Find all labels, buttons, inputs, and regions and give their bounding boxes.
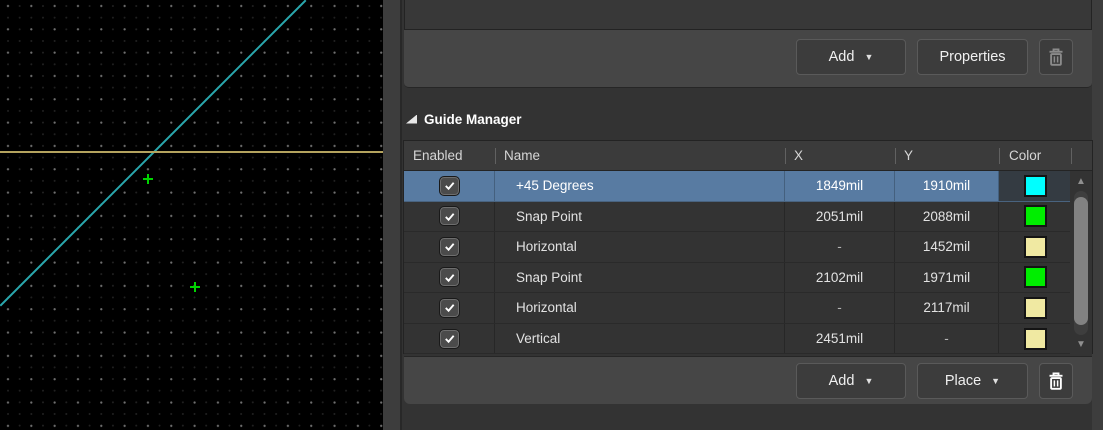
column-header-y[interactable]: Y <box>895 141 999 170</box>
color-cell <box>999 293 1071 323</box>
guide-x-value: - <box>785 293 895 323</box>
trash-icon <box>1046 47 1066 67</box>
enabled-checkbox[interactable] <box>439 267 460 287</box>
column-separator <box>895 148 896 164</box>
guide-name: Snap Point <box>495 202 785 232</box>
color-swatch[interactable] <box>1024 297 1047 319</box>
guide-manager-footer: Add ▼ Place ▼ <box>404 356 1092 404</box>
enabled-checkbox[interactable] <box>439 206 460 226</box>
guide-y-value: - <box>895 324 999 354</box>
guide-line-horizontal[interactable] <box>0 151 383 153</box>
add-guide-button-label: Add <box>829 373 855 389</box>
guide-x-value: 1849mil <box>785 171 895 201</box>
column-header-color[interactable]: Color <box>999 141 1071 170</box>
guide-y-value: 1910mil <box>895 171 999 201</box>
color-swatch[interactable] <box>1024 328 1047 350</box>
panel-gutter-right <box>1092 0 1103 430</box>
add-button-label: Add <box>829 49 855 65</box>
chevron-down-icon: ▼ <box>864 53 873 62</box>
column-separator <box>495 148 496 164</box>
chevron-down-icon: ▼ <box>864 377 873 386</box>
color-cell <box>999 202 1071 232</box>
enabled-checkbox[interactable] <box>439 329 460 349</box>
table-scrollbar: ▲ ▼ <box>1070 171 1092 354</box>
enabled-cell <box>404 232 495 262</box>
color-swatch[interactable] <box>1024 205 1047 227</box>
guide-x-value: 2051mil <box>785 202 895 232</box>
color-cell <box>999 263 1071 293</box>
enabled-cell <box>404 202 495 232</box>
chevron-down-icon: ▼ <box>991 377 1000 386</box>
guide-row[interactable]: Vertical2451mil- <box>404 324 1071 355</box>
color-cell <box>999 171 1071 201</box>
scroll-up-arrow-icon[interactable]: ▲ <box>1070 173 1092 189</box>
column-header-name[interactable]: Name <box>495 141 785 170</box>
guide-name: Vertical <box>495 324 785 354</box>
guide-row[interactable]: Snap Point2102mil1971mil <box>404 263 1071 294</box>
properties-panel: Add ▼ Properties <box>404 0 1092 430</box>
properties-panel-window: Add ▼ Properties <box>0 0 1103 430</box>
guide-y-value: 1452mil <box>895 232 999 262</box>
trash-icon <box>1046 371 1066 391</box>
properties-button-label: Properties <box>939 49 1005 65</box>
footer-button-row: Add ▼ Place ▼ <box>404 357 1092 405</box>
guide-row[interactable]: Snap Point2051mil2088mil <box>404 202 1071 233</box>
panel-gutter-left <box>383 0 402 430</box>
color-cell <box>999 232 1071 262</box>
column-separator <box>1071 148 1072 164</box>
enabled-cell <box>404 324 495 354</box>
upper-button-row: Add ▼ Properties <box>404 34 1092 86</box>
guide-x-value: 2451mil <box>785 324 895 354</box>
enabled-cell <box>404 293 495 323</box>
enabled-cell <box>404 263 495 293</box>
column-header-enabled[interactable]: Enabled <box>404 141 495 170</box>
column-separator <box>999 148 1000 164</box>
upper-section: Add ▼ Properties <box>404 0 1092 88</box>
column-separator <box>785 148 786 164</box>
scrollbar-thumb[interactable] <box>1074 197 1088 325</box>
snap-point-marker[interactable] <box>190 282 200 292</box>
upper-list-box[interactable] <box>404 0 1092 30</box>
guide-x-value: - <box>785 232 895 262</box>
guide-name: Horizontal <box>495 293 785 323</box>
guide-table-body: +45 Degrees1849mil1910milSnap Point2051m… <box>404 171 1071 354</box>
color-swatch[interactable] <box>1024 175 1047 197</box>
snap-point-marker[interactable] <box>143 174 153 184</box>
column-header-spacer <box>1071 141 1092 170</box>
guide-y-value: 1971mil <box>895 263 999 293</box>
enabled-cell <box>404 171 495 201</box>
column-header-x[interactable]: X <box>785 141 895 170</box>
enabled-checkbox[interactable] <box>439 237 460 257</box>
guide-row[interactable]: Horizontal-2117mil <box>404 293 1071 324</box>
delete-button-disabled <box>1039 39 1073 75</box>
guide-row[interactable]: +45 Degrees1849mil1910mil <box>404 171 1071 202</box>
section-title: Guide Manager <box>424 112 522 127</box>
collapse-triangle-icon[interactable] <box>406 115 417 124</box>
properties-button[interactable]: Properties <box>917 39 1028 75</box>
guide-name: Horizontal <box>495 232 785 262</box>
guide-y-value: 2088mil <box>895 202 999 232</box>
delete-guide-button[interactable] <box>1039 363 1073 399</box>
color-swatch[interactable] <box>1024 266 1047 288</box>
scroll-down-arrow-icon[interactable]: ▼ <box>1070 336 1092 352</box>
add-button[interactable]: Add ▼ <box>796 39 906 75</box>
place-button[interactable]: Place ▼ <box>917 363 1028 399</box>
color-swatch[interactable] <box>1024 236 1047 258</box>
color-cell <box>999 324 1071 354</box>
guide-name: +45 Degrees <box>495 171 785 201</box>
add-guide-button[interactable]: Add ▼ <box>796 363 906 399</box>
guide-x-value: 2102mil <box>785 263 895 293</box>
guide-y-value: 2117mil <box>895 293 999 323</box>
guide-table-header: Enabled Name X Y Color <box>404 141 1092 171</box>
enabled-checkbox[interactable] <box>439 176 460 196</box>
enabled-checkbox[interactable] <box>439 298 460 318</box>
guide-table: Enabled Name X Y Color <box>403 140 1093 354</box>
guide-row[interactable]: Horizontal-1452mil <box>404 232 1071 263</box>
pcb-canvas[interactable] <box>0 0 383 430</box>
guide-name: Snap Point <box>495 263 785 293</box>
guide-manager-header[interactable]: Guide Manager <box>406 104 522 134</box>
place-button-label: Place <box>945 373 981 389</box>
